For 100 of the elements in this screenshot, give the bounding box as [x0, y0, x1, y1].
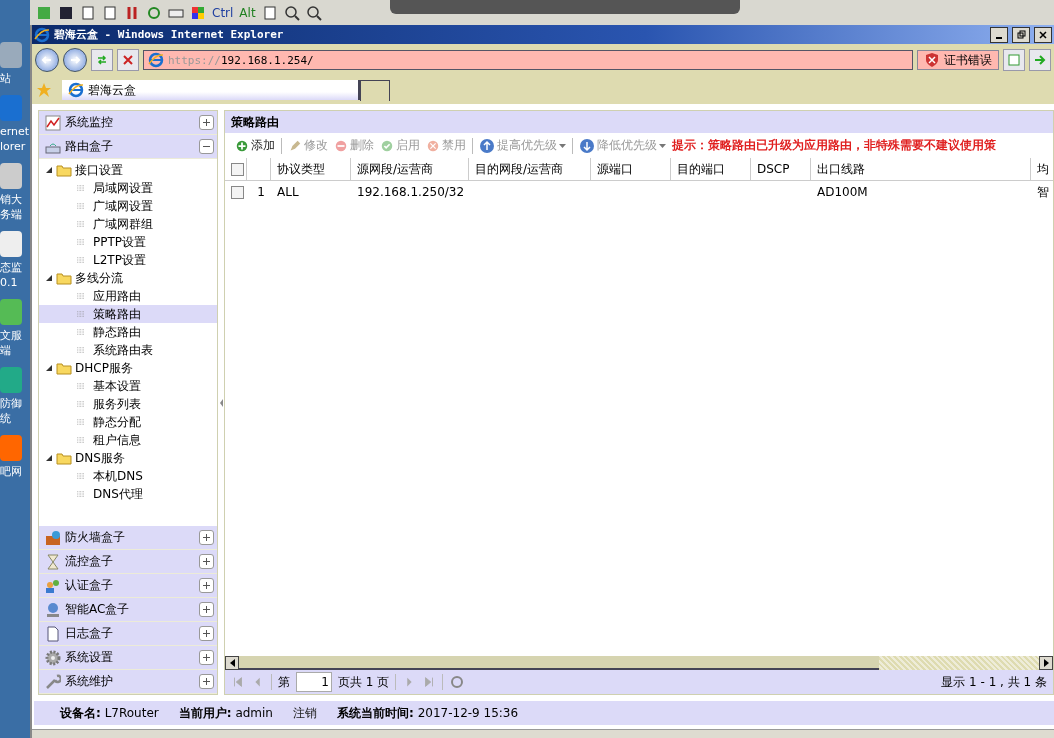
delete-icon [334, 138, 348, 153]
collapse-icon[interactable] [199, 139, 214, 154]
column-header[interactable]: 目的网段/运营商 [469, 158, 591, 180]
expand-icon[interactable] [199, 626, 214, 641]
sidebar-section[interactable]: 流控盒子 [39, 550, 217, 574]
desktop-label: ernet [0, 125, 30, 138]
pager-label: 第 [278, 673, 290, 691]
dots-icon [75, 380, 87, 392]
tree-item[interactable]: 广域网设置 [39, 197, 217, 215]
tree-item[interactable]: 局域网设置 [39, 179, 217, 197]
column-header[interactable]: 协议类型 [271, 158, 351, 180]
tree-item[interactable]: 本机DNS [39, 467, 217, 485]
toolbar-button[interactable]: 添加 [235, 137, 275, 154]
dots-icon [75, 344, 87, 356]
tree-item[interactable]: DNS代理 [39, 485, 217, 503]
expand-icon[interactable] [199, 578, 214, 593]
tree-item[interactable]: 静态路由 [39, 323, 217, 341]
column-header[interactable]: 出口线路 [811, 158, 1031, 180]
tree-item[interactable]: 系统路由表 [39, 341, 217, 359]
sidebar-section[interactable]: 日志盒子 [39, 622, 217, 646]
compatibility-icon[interactable] [1003, 49, 1025, 71]
expander-icon[interactable] [45, 166, 53, 174]
expander-icon[interactable] [45, 274, 53, 282]
sidebar-section[interactable]: 系统设置 [39, 646, 217, 670]
window-title: 碧海云盒 - Windows Internet Explorer [54, 27, 285, 42]
dots-icon [75, 416, 87, 428]
expander-icon[interactable] [45, 364, 53, 372]
favorites-icon [36, 82, 52, 98]
record-summary: 显示 1 - 1 , 共 1 条 [941, 673, 1047, 691]
sidebar-section[interactable]: 智能AC盒子 [39, 598, 217, 622]
minimize-icon[interactable] [990, 26, 1008, 43]
sidebar-section[interactable]: 防火墙盒子 [39, 526, 217, 550]
expand-icon[interactable] [199, 554, 214, 569]
dots-icon [75, 470, 87, 482]
column-header[interactable]: 均 [1031, 158, 1053, 180]
dots-icon [75, 236, 87, 248]
pager-label: 页共 1 页 [338, 673, 390, 691]
tree-item[interactable]: 静态分配 [39, 413, 217, 431]
key-button[interactable]: Ctrl [212, 5, 234, 20]
firewall-icon [45, 529, 61, 546]
folder-icon [56, 270, 72, 286]
sidebar-section[interactable]: 系统维护 [39, 670, 217, 694]
tree-node-label[interactable]: DHCP服务 [75, 359, 133, 377]
status-item: 设备名: L7Router [60, 704, 159, 722]
tree-item[interactable]: 服务列表 [39, 395, 217, 413]
page-number-field[interactable]: 1 [296, 672, 332, 692]
restore-icon[interactable] [1012, 26, 1030, 43]
select-all-checkbox[interactable] [231, 162, 244, 176]
sidebar-section[interactable]: 路由盒子 [39, 135, 217, 159]
certificate-error-button[interactable]: 证书错误 [917, 50, 999, 70]
url-scheme: https:// [168, 53, 221, 67]
stop-icon[interactable] [117, 49, 139, 71]
tree-item[interactable]: 广域网群组 [39, 215, 217, 233]
expand-icon[interactable] [199, 650, 214, 665]
dots-icon [75, 326, 87, 338]
horizontal-scrollbar[interactable] [225, 656, 1053, 670]
arrow-up-icon [479, 137, 495, 154]
table-cell-text: 192.168.1.250/32 [356, 184, 466, 201]
tree-node[interactable]: 接口设置 [39, 161, 217, 179]
expand-icon[interactable] [199, 674, 214, 689]
tree-node[interactable]: 多线分流 [39, 269, 217, 287]
forward-icon[interactable] [63, 48, 87, 72]
close-icon[interactable] [1034, 26, 1052, 43]
address-field[interactable]: https://192.168.1.254/ [143, 50, 913, 70]
caret-icon [559, 143, 566, 148]
back-icon[interactable] [35, 48, 59, 72]
tree-node[interactable]: DNS服务 [39, 449, 217, 467]
tree-node[interactable]: DHCP服务 [39, 359, 217, 377]
column-header[interactable]: 目的端口 [671, 158, 751, 180]
column-header[interactable]: 源网段/运营商 [351, 158, 469, 180]
sidebar-section[interactable]: 系统监控 [39, 111, 217, 135]
sidebar-section[interactable]: 认证盒子 [39, 574, 217, 598]
hourglass-icon [45, 553, 61, 570]
column-header[interactable]: 源端口 [591, 158, 671, 180]
expand-icon[interactable] [199, 602, 214, 617]
dots-icon [75, 254, 87, 266]
tree-node-label[interactable]: DNS服务 [75, 449, 125, 467]
tree-item[interactable]: 基本设置 [39, 377, 217, 395]
ie-logo-icon [68, 82, 84, 98]
tree-item[interactable]: PPTP设置 [39, 233, 217, 251]
tree-item[interactable]: 策略路由 [39, 305, 217, 323]
tree-item[interactable]: 应用路由 [39, 287, 217, 305]
tree-item[interactable]: 租户信息 [39, 431, 217, 449]
row-checkbox[interactable] [231, 185, 244, 199]
chart-icon [45, 114, 61, 131]
column-header[interactable]: DSCP [751, 158, 811, 180]
browser-tab[interactable]: 碧海云盒 [62, 80, 360, 100]
expand-icon[interactable] [199, 530, 214, 545]
logout-link[interactable]: 注销 [293, 704, 317, 722]
key-button[interactable]: Alt [239, 5, 256, 20]
table-cell-text: AD100M [816, 184, 869, 201]
scroll-right-icon[interactable] [1043, 659, 1049, 667]
scroll-left-icon[interactable] [229, 659, 235, 667]
dots-icon [75, 182, 87, 194]
new-tab-button[interactable] [360, 79, 390, 101]
expander-icon[interactable] [45, 454, 53, 462]
tree-item[interactable]: L2TP设置 [39, 251, 217, 269]
tree-node-label[interactable]: 接口设置 [75, 161, 123, 179]
tree-node-label[interactable]: 多线分流 [75, 269, 123, 287]
expand-icon[interactable] [199, 115, 214, 130]
